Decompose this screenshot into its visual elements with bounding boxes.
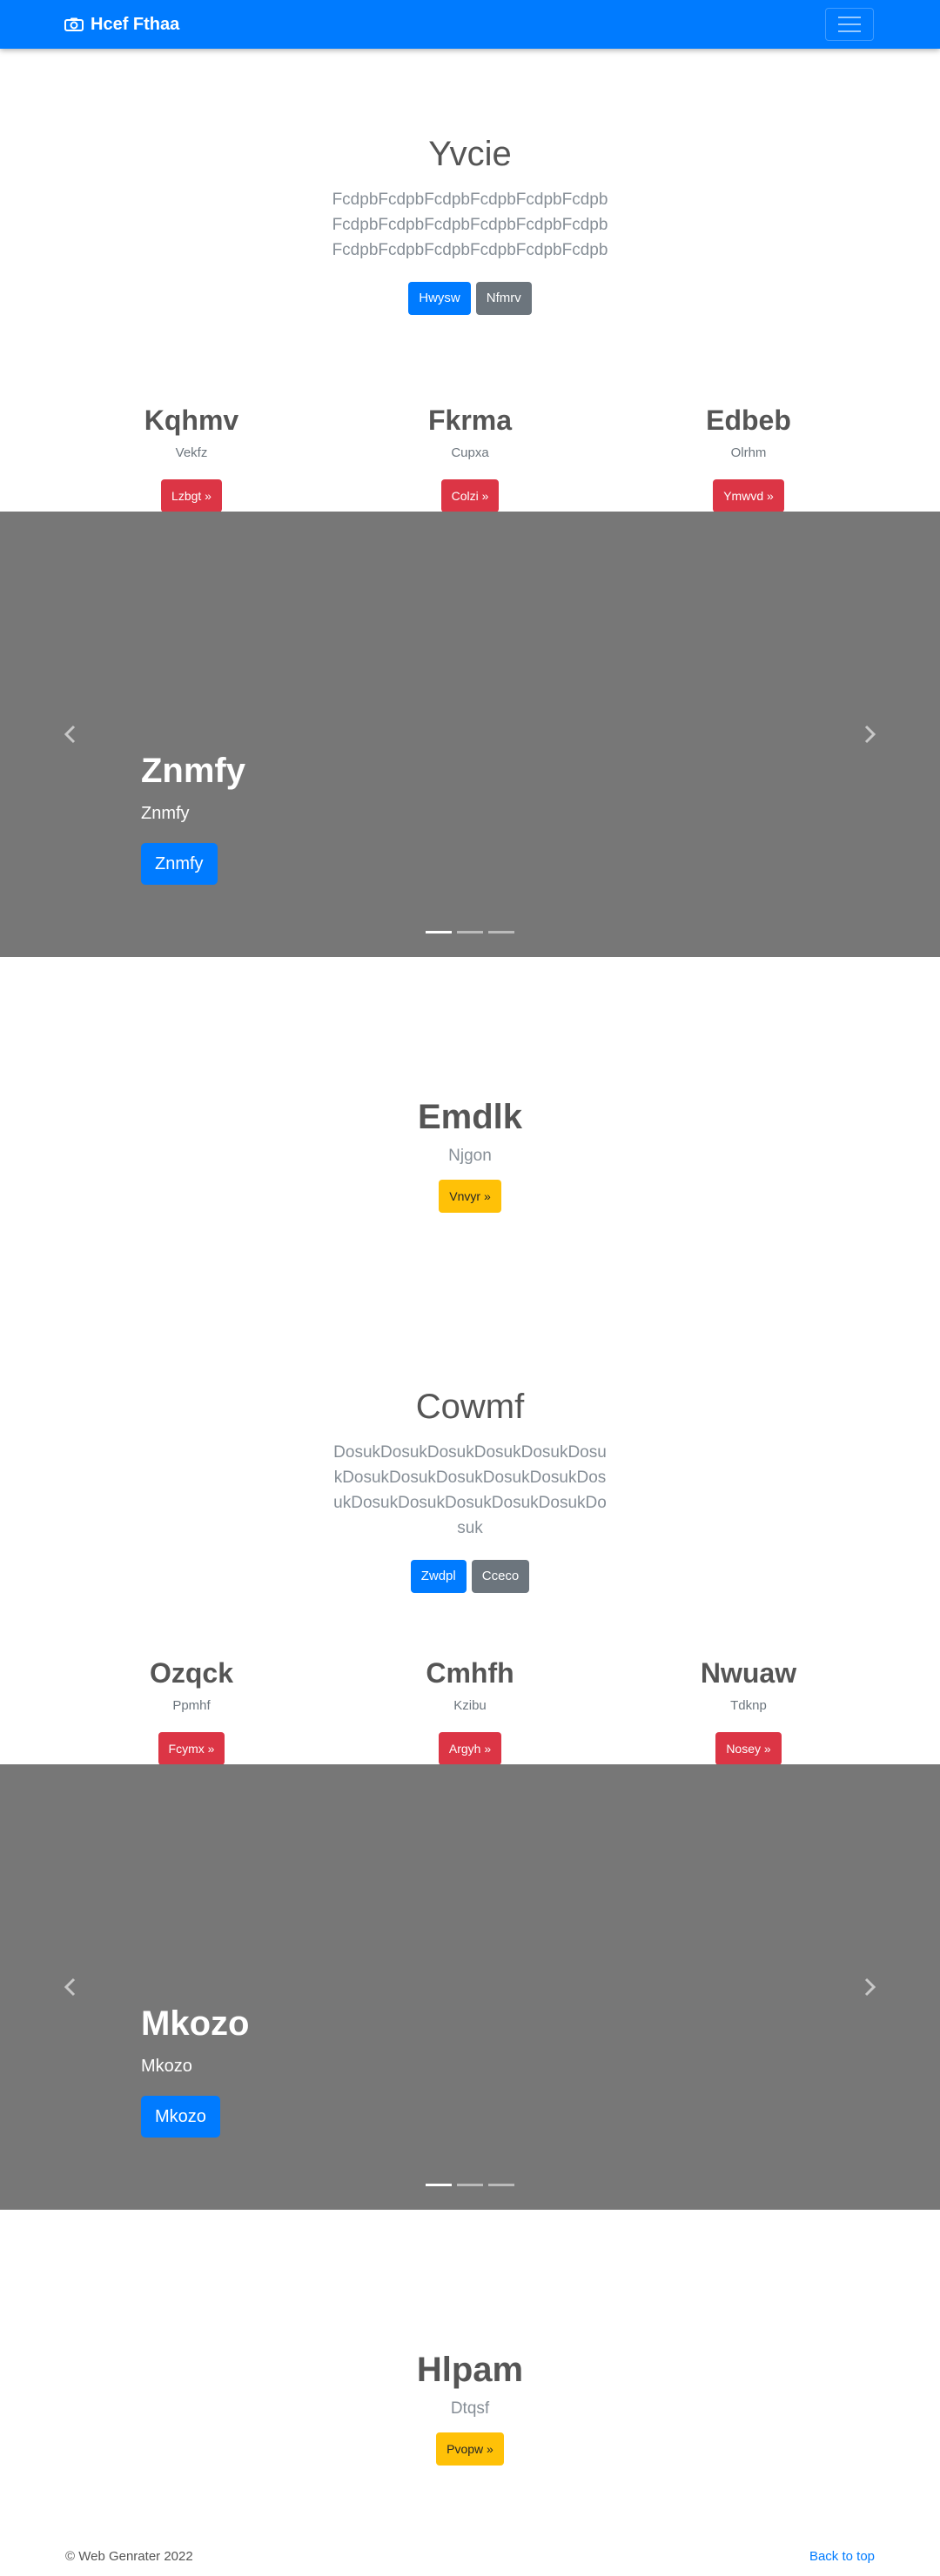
feature-title: Fkrma bbox=[427, 405, 513, 436]
carousel-text: Znmfy bbox=[141, 804, 190, 823]
carousel-title: Mkozo bbox=[141, 2004, 250, 2043]
carousel-indicator[interactable] bbox=[488, 931, 514, 933]
carousel-indicators bbox=[426, 931, 514, 933]
carousel-2: Mkozo Mkozo Mkozo bbox=[0, 1764, 940, 2210]
callout-title: Hlpam bbox=[416, 2351, 524, 2389]
callout-section-2: Hlpam Dtqsf Pvopw » bbox=[0, 2349, 940, 2466]
feature-text: Tdknp bbox=[730, 1698, 767, 1714]
callout-button[interactable]: Pvopw » bbox=[436, 2432, 504, 2466]
callout-section-1: Emdlk Njgon Vnvyr » bbox=[0, 1096, 940, 1213]
feature-column: Nwuaw Tdknp Nosey » bbox=[592, 1656, 905, 1766]
hero-lead: FcdpbFcdpbFcdpbFcdpbFcdpbFcdpbFcdpbFcdpb… bbox=[332, 191, 608, 259]
hero-primary-button[interactable]: Hwysw bbox=[408, 282, 471, 315]
carousel-1: Znmfy Znmfy Znmfy bbox=[0, 512, 940, 957]
carousel-indicator[interactable] bbox=[426, 931, 452, 933]
feature-text: Cupxa bbox=[451, 445, 489, 461]
hero-section-1: Yvcie FcdpbFcdpbFcdpbFcdpbFcdpbFcdpbFcdp… bbox=[0, 133, 940, 315]
feature-column: Kqhmv Vekfz Lzbgt » bbox=[35, 404, 348, 513]
carousel-indicator[interactable] bbox=[488, 2184, 514, 2186]
navbar-brand[interactable]: Hcef Fthaa bbox=[64, 0, 179, 49]
camera-icon bbox=[64, 17, 84, 31]
callout-text: Dtqsf bbox=[450, 2399, 490, 2418]
callout-title: Emdlk bbox=[417, 1098, 523, 1136]
hero-secondary-button[interactable]: Ccеco bbox=[471, 1560, 530, 1593]
hero-lead: DosukDosukDosukDosukDosukDosukDosukDosuk… bbox=[333, 1443, 607, 1537]
callout-text: Njgon bbox=[448, 1147, 492, 1165]
back-to-top-link[interactable]: Back to top bbox=[809, 2549, 875, 2564]
carousel-indicator[interactable] bbox=[426, 2184, 452, 2186]
chevron-right-icon[interactable] bbox=[858, 724, 879, 745]
feature-button[interactable]: Lzbgt » bbox=[161, 479, 222, 513]
feature-title: Ozqck bbox=[149, 1657, 234, 1689]
hero-title: Yvcie bbox=[428, 135, 512, 173]
feature-button[interactable]: Nosey » bbox=[715, 1732, 782, 1766]
carousel-title: Znmfy bbox=[141, 752, 245, 790]
feature-text: Vekfz bbox=[175, 445, 208, 461]
carousel-indicator[interactable] bbox=[457, 931, 483, 933]
feature-column: Ozqck Ppmhf Fcymx » bbox=[35, 1656, 348, 1766]
feature-text: Kzibu bbox=[453, 1698, 487, 1714]
feature-button[interactable]: Colzi » bbox=[440, 479, 500, 513]
feature-column: Edbeb Olrhm Ymwvd » bbox=[592, 404, 905, 513]
chevron-right-icon[interactable] bbox=[858, 1977, 879, 1997]
feature-button[interactable]: Ymwvd » bbox=[713, 479, 784, 513]
feature-title: Cmhfh bbox=[426, 1657, 514, 1689]
callout-button[interactable]: Vnvyr » bbox=[439, 1180, 501, 1213]
feature-text: Ppmhf bbox=[172, 1698, 211, 1714]
carousel-indicators bbox=[426, 2184, 514, 2186]
feature-column: Fkrma Cupxa Colzi » bbox=[313, 404, 627, 513]
feature-button[interactable]: Fcymx » bbox=[158, 1732, 225, 1766]
feature-column: Cmhfh Kzibu Argyh » bbox=[313, 1656, 627, 1766]
hamburger-icon bbox=[838, 17, 861, 18]
navbar: Hcef Fthaa bbox=[0, 0, 940, 49]
chevron-left-icon[interactable] bbox=[61, 724, 82, 745]
feature-title: Kqhmv bbox=[144, 405, 239, 436]
hero-primary-button[interactable]: Zwdpl bbox=[410, 1560, 467, 1593]
hero-title: Cowmf bbox=[415, 1388, 525, 1426]
chevron-left-icon[interactable] bbox=[61, 1977, 82, 1997]
footer-copyright: © Web Genrater 2022 bbox=[65, 2549, 193, 2564]
footer: © Web Genrater 2022 Back to top bbox=[0, 2549, 940, 2576]
navbar-toggler-button[interactable] bbox=[825, 8, 874, 41]
feature-title: Edbeb bbox=[706, 405, 791, 436]
carousel-indicator[interactable] bbox=[457, 2184, 483, 2186]
feature-button[interactable]: Argyh » bbox=[438, 1732, 502, 1766]
carousel-button[interactable]: Mkozo bbox=[141, 2096, 220, 2138]
brand-label: Hcef Fthaa bbox=[91, 14, 180, 34]
carousel-text: Mkozo bbox=[141, 2057, 192, 2076]
feature-text: Olrhm bbox=[730, 445, 767, 461]
carousel-button[interactable]: Znmfy bbox=[141, 843, 218, 885]
carousel-caption: Znmfy Znmfy Znmfy bbox=[141, 750, 245, 885]
hero-secondary-button[interactable]: Nfmrv bbox=[475, 282, 532, 315]
feature-title: Nwuaw bbox=[700, 1657, 797, 1689]
hero-section-2: Cowmf DosukDosukDosukDosukDosukDosukDosu… bbox=[0, 1386, 940, 1593]
carousel-caption: Mkozo Mkozo Mkozo bbox=[141, 2003, 249, 2138]
